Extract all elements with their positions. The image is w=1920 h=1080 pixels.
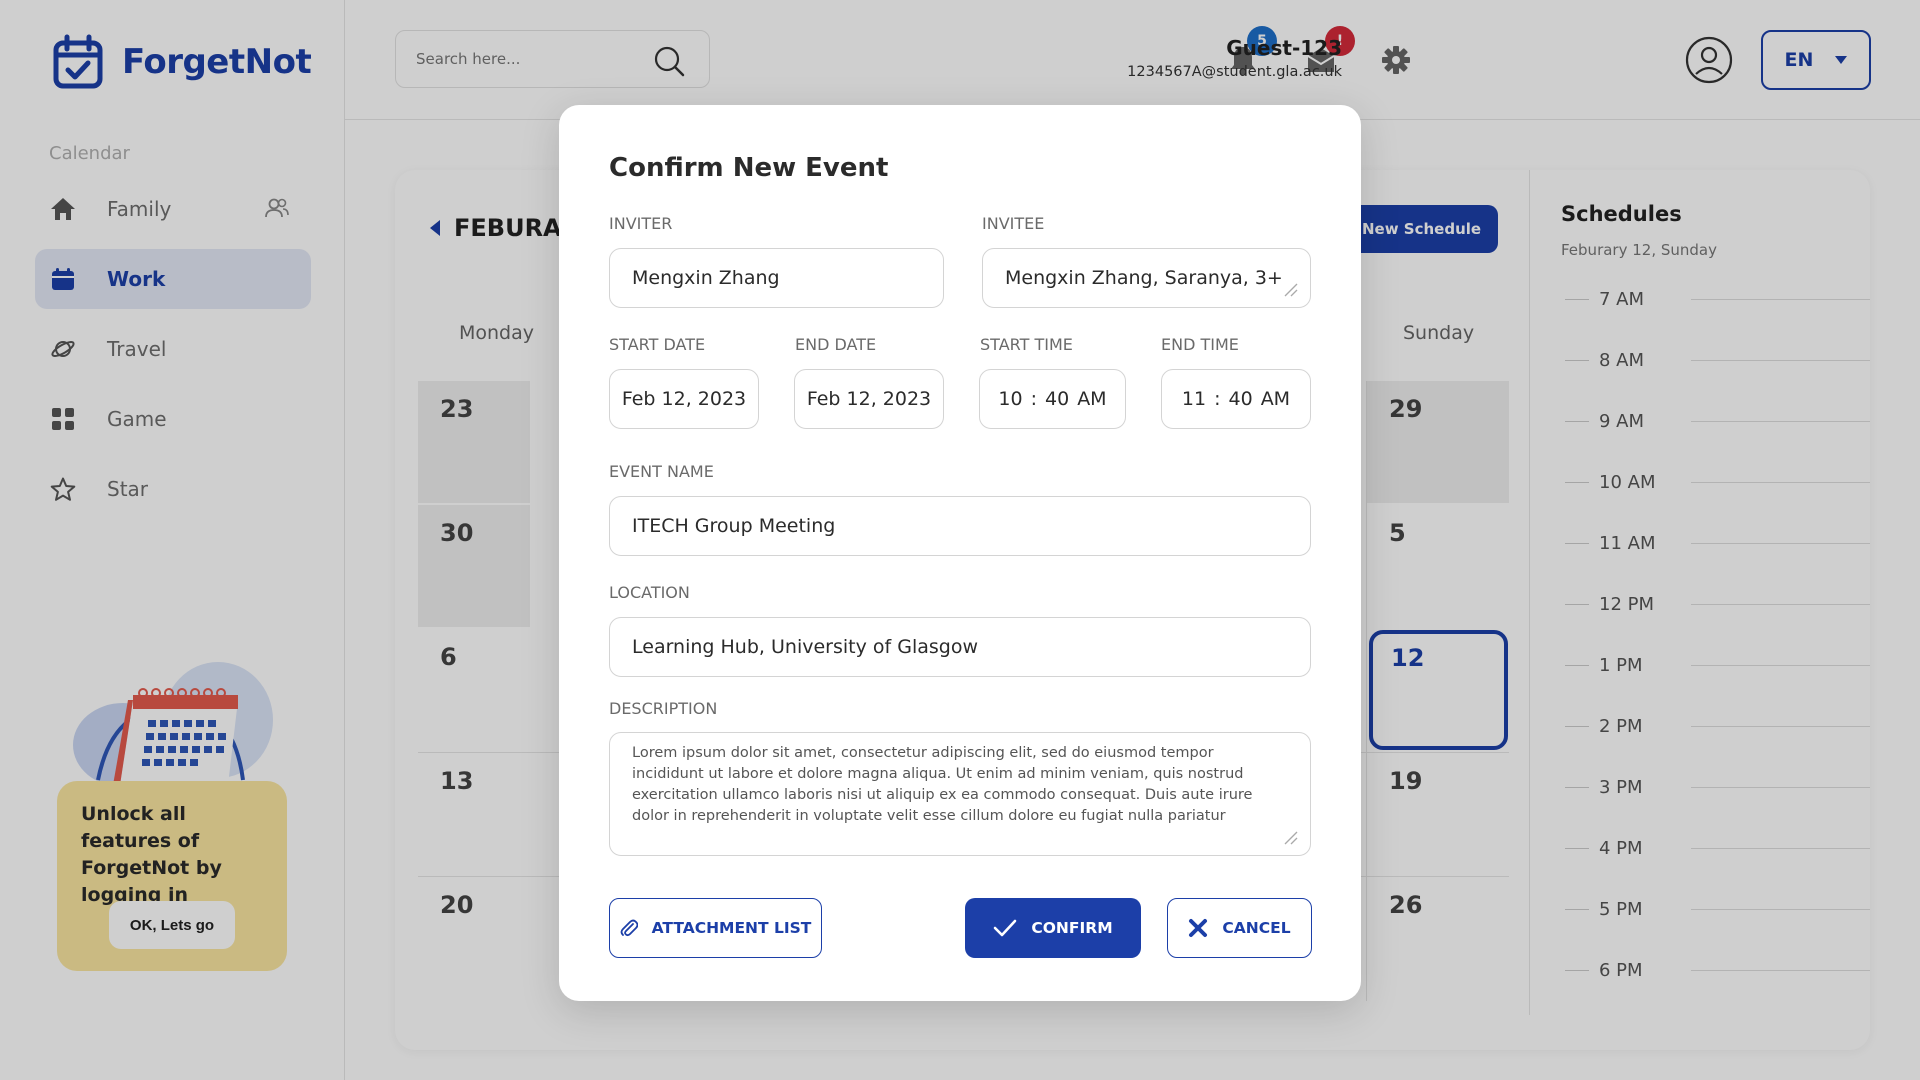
- confirm-event-dialog: Confirm New Event INVITER Mengxin Zhang …: [559, 105, 1361, 1001]
- start-date-field[interactable]: Feb 12, 2023: [609, 369, 759, 429]
- end-date-label: END DATE: [795, 335, 877, 354]
- invitee-field[interactable]: Mengxin Zhang, Saranya, 3+: [982, 248, 1311, 308]
- time-separator: :: [1214, 388, 1221, 410]
- location-label: LOCATION: [609, 583, 690, 602]
- description-value: Lorem ipsum dolor sit amet, consectetur …: [632, 745, 1253, 824]
- inviter-label: INVITER: [609, 214, 673, 233]
- attachment-list-label: ATTACHMENT LIST: [651, 919, 812, 937]
- event-name-field[interactable]: ITECH Group Meeting: [609, 496, 1311, 556]
- resize-handle-icon[interactable]: [1282, 281, 1298, 297]
- start-period[interactable]: AM: [1077, 388, 1106, 410]
- time-separator: :: [1030, 388, 1037, 410]
- inviter-value: Mengxin Zhang: [632, 267, 780, 289]
- confirm-label: CONFIRM: [1031, 919, 1113, 937]
- cancel-label: CANCEL: [1222, 919, 1291, 937]
- end-hour[interactable]: 11: [1182, 388, 1206, 410]
- confirm-button[interactable]: CONFIRM: [965, 898, 1141, 958]
- start-date-label: START DATE: [609, 335, 706, 354]
- end-time-label: END TIME: [1161, 335, 1239, 354]
- dialog-title: Confirm New Event: [609, 153, 889, 183]
- end-date-field[interactable]: Feb 12, 2023: [794, 369, 944, 429]
- description-label: DESCRIPTION: [609, 699, 718, 718]
- end-time-field[interactable]: 11 : 40 AM: [1161, 369, 1311, 429]
- inviter-field[interactable]: Mengxin Zhang: [609, 248, 944, 308]
- end-period[interactable]: AM: [1261, 388, 1290, 410]
- invitee-label: INVITEE: [982, 214, 1045, 233]
- end-minute[interactable]: 40: [1229, 388, 1253, 410]
- close-icon: [1189, 919, 1208, 937]
- start-date-value: Feb 12, 2023: [621, 388, 747, 410]
- start-time-label: START TIME: [980, 335, 1073, 354]
- event-name-label: EVENT NAME: [609, 462, 714, 481]
- event-name-value: ITECH Group Meeting: [632, 515, 836, 537]
- start-hour[interactable]: 10: [998, 388, 1022, 410]
- paperclip-icon: [620, 919, 638, 937]
- description-textarea[interactable]: Lorem ipsum dolor sit amet, consectetur …: [609, 732, 1311, 856]
- start-minute[interactable]: 40: [1045, 388, 1069, 410]
- end-date-value: Feb 12, 2023: [806, 388, 932, 410]
- invitee-value: Mengxin Zhang, Saranya, 3+: [1005, 267, 1283, 289]
- cancel-button[interactable]: CANCEL: [1167, 898, 1312, 958]
- location-field[interactable]: Learning Hub, University of Glasgow: [609, 617, 1311, 677]
- attachment-list-button[interactable]: ATTACHMENT LIST: [609, 898, 822, 958]
- location-value: Learning Hub, University of Glasgow: [632, 636, 978, 658]
- checkmark-icon: [994, 919, 1017, 937]
- start-time-field[interactable]: 10 : 40 AM: [979, 369, 1126, 429]
- resize-handle-icon[interactable]: [1282, 829, 1298, 845]
